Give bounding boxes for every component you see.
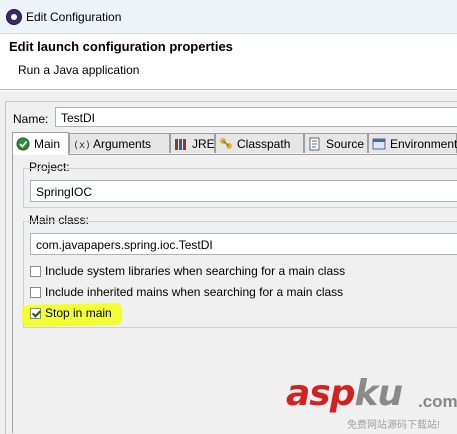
- source-icon: [309, 137, 320, 150]
- include-system-libraries-option[interactable]: Include system libraries when searching …: [30, 264, 345, 278]
- include-inherited-mains-checkbox[interactable]: [30, 286, 41, 298]
- tab-jre-label: JRE: [192, 136, 215, 151]
- arguments-icon: (x)=: [73, 140, 89, 151]
- watermark-logo: aspku: [286, 373, 404, 414]
- tab-classpath-label: Classpath: [237, 136, 291, 151]
- tab-arguments-label: Arguments: [93, 136, 152, 151]
- project-input[interactable]: SpringIOC: [30, 180, 457, 202]
- main-icon: [16, 137, 30, 151]
- tab-classpath[interactable]: Classpath: [215, 133, 304, 153]
- tab-strip: Main (x)= Arguments JRE Classpath Source: [12, 132, 457, 155]
- classpath-icon: [220, 137, 232, 149]
- include-inherited-mains-option[interactable]: Include inherited mains when searching f…: [30, 285, 343, 299]
- svg-text:(x)=: (x)=: [73, 140, 89, 151]
- watermark-suffix: .com: [418, 392, 457, 411]
- tab-source[interactable]: Source: [304, 133, 368, 153]
- include-system-libraries-checkbox[interactable]: [30, 265, 41, 277]
- tab-environment[interactable]: Environment: [368, 133, 457, 153]
- tab-main-label: Main: [34, 137, 61, 151]
- header-subtitle: Run a Java application: [18, 63, 140, 77]
- jre-icon: [175, 138, 186, 150]
- include-system-libraries-label: Include system libraries when searching …: [45, 264, 346, 278]
- include-inherited-mains-label: Include inherited mains when searching f…: [45, 285, 344, 299]
- stop-in-main-label: Stop in main: [45, 306, 112, 320]
- header-title: Edit launch configuration properties: [9, 39, 233, 54]
- stop-in-main-option[interactable]: Stop in main: [30, 306, 112, 320]
- dialog-header: Edit launch configuration properties Run…: [0, 34, 457, 89]
- window-title: Edit Configuration: [26, 10, 122, 24]
- eclipse-icon: [6, 9, 22, 25]
- name-label: Name:: [13, 112, 49, 126]
- tab-source-label: Source: [326, 136, 365, 151]
- stop-in-main-checkbox[interactable]: [30, 307, 41, 319]
- watermark-tagline: 免费网站源码下载站!: [347, 420, 440, 431]
- tab-jre[interactable]: JRE: [170, 133, 215, 153]
- tab-environment-label: Environment: [390, 136, 457, 151]
- tab-arguments[interactable]: (x)= Arguments: [69, 133, 170, 153]
- name-input[interactable]: TestDI: [55, 107, 457, 127]
- environment-icon: [372, 138, 386, 149]
- watermark-brand-gray: ku: [354, 373, 404, 414]
- tab-main[interactable]: Main: [12, 132, 69, 155]
- header-divider-highlight: [0, 90, 457, 91]
- watermark-brand-red: asp: [286, 373, 355, 414]
- main-class-input[interactable]: com.javapapers.spring.ioc.TestDI: [30, 233, 457, 255]
